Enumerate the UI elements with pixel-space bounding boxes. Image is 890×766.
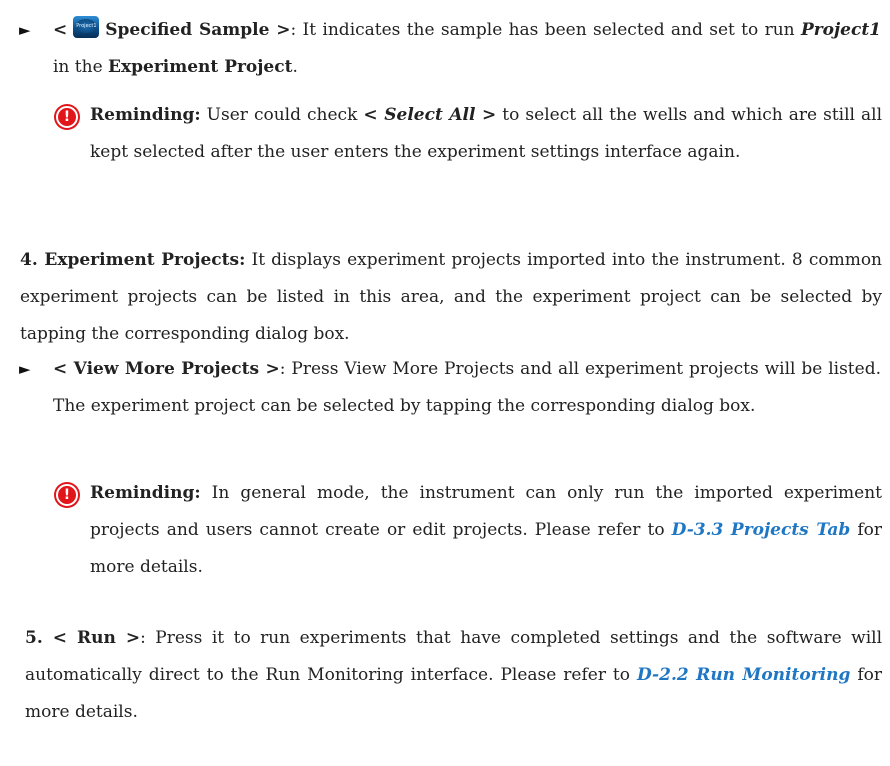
specified-sample-text1: : It indicates the sample has been selec…	[290, 20, 801, 40]
reminder-1-text1: User could check	[200, 105, 364, 125]
item-4-term: 4. Experiment Projects:	[20, 250, 246, 270]
reminder-2: Reminding: In general mode, the instrume…	[90, 475, 882, 586]
reminder-1-label: Reminding:	[90, 105, 201, 125]
lt-symbol: <	[53, 20, 68, 40]
experiment-project-term: Experiment Project	[108, 57, 293, 77]
project1-term: Project1	[800, 20, 882, 40]
specified-sample-term: Specified Sample >	[105, 20, 291, 40]
specified-sample-paragraph: < Project1 Specified Sample >: It indicate…	[53, 12, 881, 86]
project-icon-label: Project1	[76, 19, 97, 33]
item-4-paragraph: 4. Experiment Projects: It displays expe…	[20, 242, 882, 353]
warning-icon: !	[56, 484, 78, 506]
bullet-arrow-icon: ►	[19, 360, 31, 378]
run-monitoring-link[interactable]: D-2.2 Run Monitoring	[637, 665, 850, 685]
specified-sample-text2: in the	[53, 57, 109, 77]
view-more-paragraph: < View More Projects >: Press View More …	[53, 351, 881, 425]
specified-sample-period: .	[292, 57, 298, 77]
reminder-1: Reminding: User could check < Select All…	[90, 97, 882, 171]
bullet-arrow-icon: ►	[19, 21, 31, 39]
project-icon: Project1	[73, 16, 100, 38]
select-all-term: < Select All >	[363, 105, 497, 125]
warning-icon: !	[56, 106, 78, 128]
view-more-term: < View More Projects >	[53, 359, 280, 379]
item-5-term: 5. < Run >	[25, 628, 141, 648]
projects-tab-link[interactable]: D-3.3 Projects Tab	[672, 520, 851, 540]
item-5-paragraph: 5. < Run >: Press it to run experiments …	[25, 620, 882, 731]
reminder-2-label: Reminding:	[90, 483, 201, 503]
